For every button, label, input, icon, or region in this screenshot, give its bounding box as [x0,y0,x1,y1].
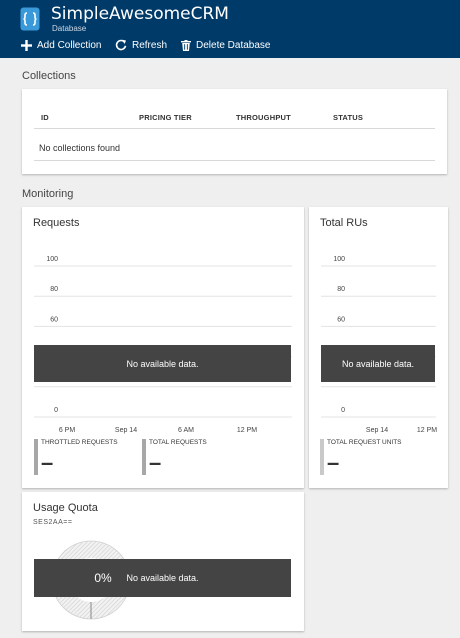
requests-chart-card[interactable]: Requests 1008060402006 PMSep 146 AM12 PM… [22,207,304,488]
refresh-button[interactable]: Refresh [115,36,167,54]
collections-table: ID PRICING TIER THROUGHPUT STATUS No col… [22,89,447,174]
toolbar: Add Collection Refresh Delete Database [0,36,460,54]
requests-y-tick-label: 100 [46,256,58,263]
total-request-units-label: TOTAL REQUEST UNITS [327,439,402,446]
requests-no-data-overlay: No available data. [34,345,291,382]
refresh-label: Refresh [132,39,168,51]
column-header-throughput[interactable]: THROUGHPUT [236,113,291,122]
database-icon [20,7,40,31]
total-request-units-value: – [327,450,340,475]
usage-quota-card[interactable]: Usage Quota SES2AA== 0% No available dat… [22,492,304,631]
table-header-row: ID PRICING TIER THROUGHPUT STATUS [34,107,435,129]
requests-x-tick-label: 6 PM [59,427,76,434]
requests-x-tick-label: 12 PM [237,427,257,434]
plus-icon [21,39,32,51]
total-requests-metric: TOTAL REQUESTS – [142,439,207,475]
usage-quota-overlay: 0% No available data. [34,559,291,597]
refresh-icon [115,39,127,51]
total-requests-label: TOTAL REQUESTS [149,439,207,446]
page-title: SimpleAwesomeCRM [51,4,229,24]
requests-x-tick-label: 6 AM [178,427,194,434]
column-header-status[interactable]: STATUS [333,113,363,122]
total-rus-y-tick-label: 0 [341,407,345,414]
usage-quota-percent: 0% [94,571,112,585]
add-collection-label: Add Collection [37,39,102,51]
throttled-requests-label: THROTTLED REQUESTS [41,439,118,446]
throttled-requests-value: – [41,450,54,475]
total-rus-x-tick-label: 12 PM [417,427,437,434]
delete-database-button[interactable]: Delete Database [181,36,271,54]
total-requests-value: – [149,450,162,475]
requests-y-tick-label: 60 [50,316,58,323]
requests-x-tick-label: Sep 14 [115,427,137,434]
delete-database-label: Delete Database [196,39,271,51]
total-rus-no-data-overlay: No available data. [321,345,435,382]
total-rus-y-tick-label: 80 [337,286,345,293]
column-header-pricing-tier[interactable]: PRICING TIER [139,113,192,122]
total-rus-y-tick-label: 100 [333,256,345,263]
column-header-id[interactable]: ID [41,113,49,122]
header-bar: SimpleAwesomeCRM Database Add Collection… [0,0,460,58]
collections-heading: Collections [22,70,76,82]
total-rus-y-tick-label: 60 [337,316,345,323]
page-subtitle: Database [52,24,87,33]
usage-quota-no-data: No available data. [126,573,199,583]
monitoring-heading: Monitoring [22,188,74,200]
total-request-units-metric: TOTAL REQUEST UNITS – [320,439,402,475]
empty-message: No collections found [39,143,121,153]
throttled-requests-metric: THROTTLED REQUESTS – [34,439,118,475]
requests-y-tick-label: 80 [50,286,58,293]
total-rus-chart-card[interactable]: Total RUs 100806040200Sep 1412 PM No ava… [309,207,448,488]
add-collection-button[interactable]: Add Collection [21,36,101,54]
total-rus-x-tick-label: Sep 14 [366,427,388,434]
requests-y-tick-label: 0 [54,407,58,414]
trash-icon [181,39,191,51]
row-divider [34,160,435,161]
